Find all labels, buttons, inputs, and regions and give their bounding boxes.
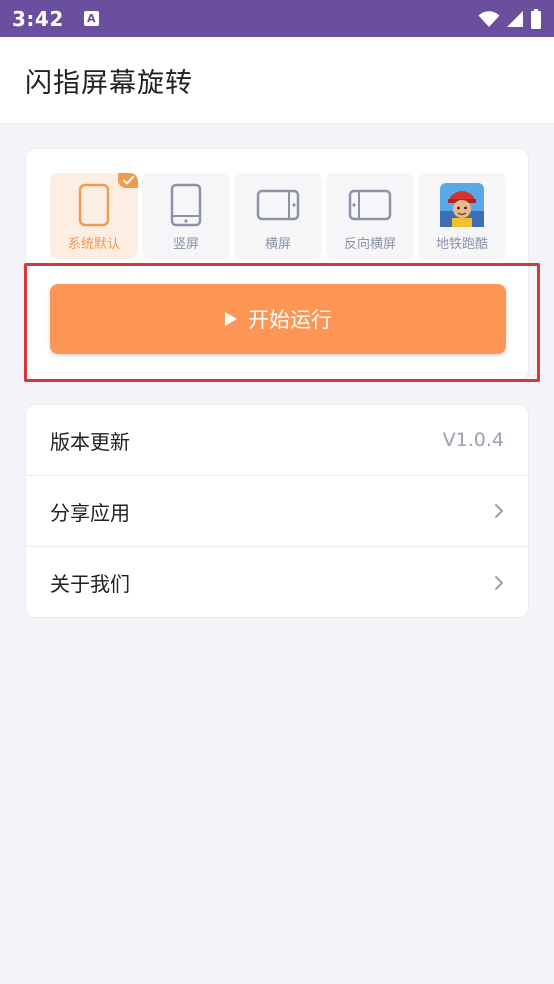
status-bar: 3:42 A (0, 0, 554, 37)
phone-outline-icon (72, 183, 116, 227)
mode-label: 系统默认 (67, 237, 120, 252)
status-time: 3:42 (12, 6, 64, 31)
mode-portrait[interactable]: 竖屏 (142, 173, 230, 259)
play-icon (225, 312, 237, 326)
chevron-right-icon (494, 575, 504, 591)
tablet-portrait-icon (164, 183, 208, 227)
chevron-right-icon (494, 503, 504, 519)
battery-icon (531, 8, 541, 29)
menu-item-about-us[interactable]: 关于我们 (26, 547, 528, 617)
app-bar: 闪指屏幕旋转 (0, 37, 554, 124)
selected-check-icon (118, 173, 138, 188)
menu-item-label: 版本更新 (50, 429, 130, 454)
mode-reverse-landscape[interactable]: 反向横屏 (326, 173, 414, 259)
settings-menu-card: 版本更新 V1.0.4 分享应用 关于我们 (25, 404, 529, 618)
mode-system-default[interactable]: 系统默认 (50, 173, 138, 259)
mode-label: 地铁跑酷 (435, 237, 488, 252)
menu-item-label: 关于我们 (50, 572, 130, 596)
tablet-landscape-reverse-icon (348, 183, 392, 227)
version-value: V1.0.4 (442, 429, 504, 451)
mode-label: 反向横屏 (343, 237, 396, 252)
menu-item-label: 分享应用 (50, 500, 130, 525)
tablet-landscape-icon (256, 183, 300, 227)
menu-item-share-app[interactable]: 分享应用 (26, 476, 528, 547)
signal-icon (507, 10, 523, 27)
subway-surfers-app-icon (440, 183, 484, 227)
start-button[interactable]: 开始运行 (50, 284, 506, 354)
wifi-icon (478, 10, 500, 27)
rotation-mode-card: 系统默认 竖屏 横屏 反向横屏 地铁跑酷 开始运行 (25, 148, 529, 380)
mode-subway-surfers[interactable]: 地铁跑酷 (418, 173, 506, 259)
mode-label: 横屏 (264, 237, 291, 252)
menu-item-version-update[interactable]: 版本更新 V1.0.4 (26, 405, 528, 476)
app-title: 闪指屏幕旋转 (25, 67, 193, 99)
start-button-label: 开始运行 (248, 309, 332, 332)
notification-a-icon: A (83, 11, 99, 26)
mode-landscape[interactable]: 横屏 (234, 173, 322, 259)
mode-label: 竖屏 (172, 237, 199, 252)
status-icons (478, 8, 542, 29)
